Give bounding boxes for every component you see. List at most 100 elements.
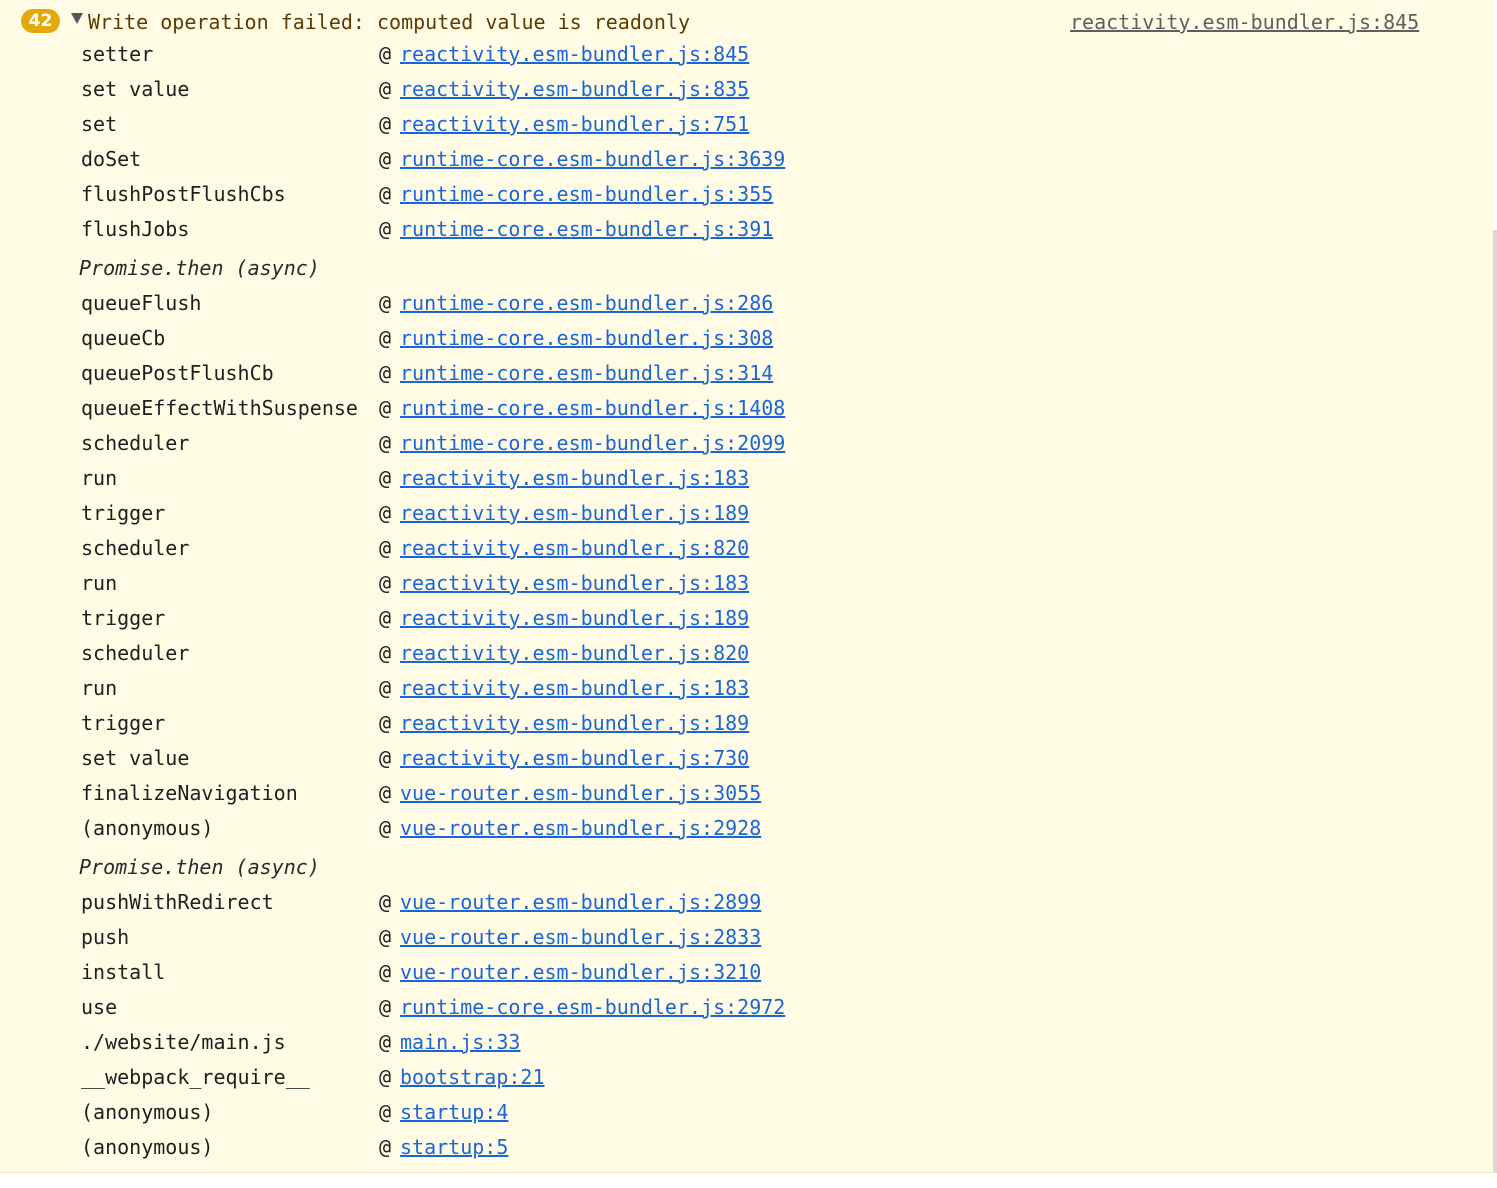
at-separator: @: [379, 77, 392, 101]
frame-source-link[interactable]: bootstrap:21: [400, 1062, 545, 1092]
stack-frame-row: queueCb @ runtime-core.esm-bundler.js:308: [0, 323, 1493, 353]
frame-source-link[interactable]: runtime-core.esm-bundler.js:1408: [400, 393, 785, 423]
frame-source-link[interactable]: runtime-core.esm-bundler.js:2972: [400, 992, 785, 1022]
stack-frame-row: pushWithRedirect @ vue-router.esm-bundler.…: [0, 887, 1493, 917]
stack-frame-row: push @ vue-router.esm-bundler.js:2833: [0, 922, 1493, 952]
frame-source-link[interactable]: runtime-core.esm-bundler.js:391: [400, 214, 773, 244]
at-separator: @: [379, 217, 392, 241]
function-name: queueFlush: [81, 291, 202, 315]
frame-source-link[interactable]: vue-router.esm-bundler.js:3210: [400, 957, 761, 987]
at-separator: @: [379, 746, 392, 770]
frame-source-link[interactable]: runtime-core.esm-bundler.js:3639: [400, 144, 785, 174]
stack-frame-row: (anonymous) @ startup:5: [0, 1132, 1493, 1162]
function-name: scheduler: [81, 536, 190, 560]
function-name: scheduler: [81, 431, 190, 455]
at-separator: @: [379, 1135, 392, 1159]
frame-source-link[interactable]: runtime-core.esm-bundler.js:314: [400, 358, 773, 388]
async-boundary-row: Promise.then (async): [0, 852, 1493, 882]
function-name: install: [81, 960, 166, 984]
stack-frame-row: trigger @ reactivity.esm-bundler.js:189: [0, 498, 1493, 528]
at-separator: @: [379, 781, 392, 805]
function-name: run: [81, 466, 118, 490]
stack-frame-row: install @ vue-router.esm-bundler.js:3210: [0, 957, 1493, 987]
at-separator: @: [379, 571, 392, 595]
stack-frame-row: trigger @ reactivity.esm-bundler.js:189: [0, 708, 1493, 738]
stack-frame-row: ./website/main.js @ main.js:33: [0, 1027, 1493, 1057]
stack-frame-row: queuePostFlushCb @ runtime-core.esm-bundle…: [0, 358, 1493, 388]
stack-frame-row: scheduler @ reactivity.esm-bundler.js:820: [0, 638, 1493, 668]
stack-frame-row: use @ runtime-core.esm-bundler.js:2972: [0, 992, 1493, 1022]
frame-source-link[interactable]: runtime-core.esm-bundler.js:2099: [400, 428, 785, 458]
at-separator: @: [379, 501, 392, 525]
function-name: push: [81, 925, 130, 949]
function-name: (anonymous): [81, 1135, 214, 1159]
frame-source-link[interactable]: main.js:33: [400, 1027, 520, 1057]
stack-frame-row: flushPostFlushCbs @ runtime-core.esm-bundl…: [0, 179, 1493, 209]
at-separator: @: [379, 291, 392, 315]
at-separator: @: [379, 431, 392, 455]
at-separator: @: [379, 960, 392, 984]
function-name: trigger: [81, 501, 166, 525]
stack-frame-row: __webpack_require__ @ bootstrap:21: [0, 1062, 1493, 1092]
function-name: use: [81, 995, 118, 1019]
function-name: queueCb: [81, 326, 166, 350]
frame-source-link[interactable]: runtime-core.esm-bundler.js:286: [400, 288, 773, 318]
frame-source-link[interactable]: startup:5: [400, 1132, 508, 1162]
stack-frame-row: run @ reactivity.esm-bundler.js:183: [0, 673, 1493, 703]
at-separator: @: [379, 1065, 392, 1089]
function-name: pushWithRedirect: [81, 890, 274, 914]
function-name: queuePostFlushCb: [81, 361, 274, 385]
frame-source-link[interactable]: reactivity.esm-bundler.js:835: [400, 74, 749, 104]
frame-source-link[interactable]: runtime-core.esm-bundler.js:308: [400, 323, 773, 353]
warning-header: 42 Write operation failed: computed valu…: [0, 0, 1493, 40]
function-name: flushPostFlushCbs: [81, 182, 286, 206]
function-name: set value: [81, 77, 190, 101]
at-separator: @: [379, 641, 392, 665]
frame-source-link[interactable]: reactivity.esm-bundler.js:183: [400, 673, 749, 703]
function-name: run: [81, 676, 118, 700]
frame-source-link[interactable]: vue-router.esm-bundler.js:2833: [400, 922, 761, 952]
console-warning-entry: 42 Write operation failed: computed valu…: [0, 0, 1493, 1173]
stack-frame-row: set value @ reactivity.esm-bundler.js:835: [0, 74, 1493, 104]
at-separator: @: [379, 816, 392, 840]
function-name: finalizeNavigation: [81, 781, 298, 805]
function-name: trigger: [81, 711, 166, 735]
frame-source-link[interactable]: reactivity.esm-bundler.js:820: [400, 533, 749, 563]
at-separator: @: [379, 42, 392, 66]
stack-frame-row: queueFlush @ runtime-core.esm-bundler.js:2…: [0, 288, 1493, 318]
frame-source-link[interactable]: vue-router.esm-bundler.js:2928: [400, 813, 761, 843]
stack-frame-row: flushJobs @ runtime-core.esm-bundler.js:39…: [0, 214, 1493, 244]
at-separator: @: [379, 676, 392, 700]
frame-source-link[interactable]: reactivity.esm-bundler.js:845: [400, 39, 749, 69]
frame-source-link[interactable]: runtime-core.esm-bundler.js:355: [400, 179, 773, 209]
stack-frame-row: (anonymous) @ vue-router.esm-bundler.js:29…: [0, 813, 1493, 843]
stack-frame-row: (anonymous) @ startup:4: [0, 1097, 1493, 1127]
frame-source-link[interactable]: vue-router.esm-bundler.js:2899: [400, 887, 761, 917]
frame-source-link[interactable]: reactivity.esm-bundler.js:751: [400, 109, 749, 139]
async-boundary-label: Promise.then (async): [79, 855, 320, 879]
function-name: (anonymous): [81, 816, 214, 840]
collapse-triangle-icon[interactable]: [71, 13, 83, 24]
source-location-link[interactable]: reactivity.esm-bundler.js:845: [1070, 8, 1419, 36]
at-separator: @: [379, 466, 392, 490]
function-name: trigger: [81, 606, 166, 630]
frame-source-link[interactable]: reactivity.esm-bundler.js:189: [400, 498, 749, 528]
scrollbar[interactable]: [1493, 230, 1497, 1173]
frame-source-link[interactable]: reactivity.esm-bundler.js:189: [400, 603, 749, 633]
at-separator: @: [379, 1030, 392, 1054]
frame-source-link[interactable]: reactivity.esm-bundler.js:820: [400, 638, 749, 668]
frame-source-link[interactable]: reactivity.esm-bundler.js:730: [400, 743, 749, 773]
function-name: flushJobs: [81, 217, 190, 241]
function-name: run: [81, 571, 118, 595]
function-name: set: [81, 112, 118, 136]
frame-source-link[interactable]: reactivity.esm-bundler.js:183: [400, 463, 749, 493]
stack-frame-row: setter @ reactivity.esm-bundler.js:845: [0, 39, 1493, 69]
frame-source-link[interactable]: vue-router.esm-bundler.js:3055: [400, 778, 761, 808]
async-boundary-row: Promise.then (async): [0, 253, 1493, 283]
function-name: doSet: [81, 147, 142, 171]
at-separator: @: [379, 890, 392, 914]
frame-source-link[interactable]: reactivity.esm-bundler.js:189: [400, 708, 749, 738]
frame-source-link[interactable]: reactivity.esm-bundler.js:183: [400, 568, 749, 598]
async-boundary-label: Promise.then (async): [79, 256, 320, 280]
frame-source-link[interactable]: startup:4: [400, 1097, 508, 1127]
